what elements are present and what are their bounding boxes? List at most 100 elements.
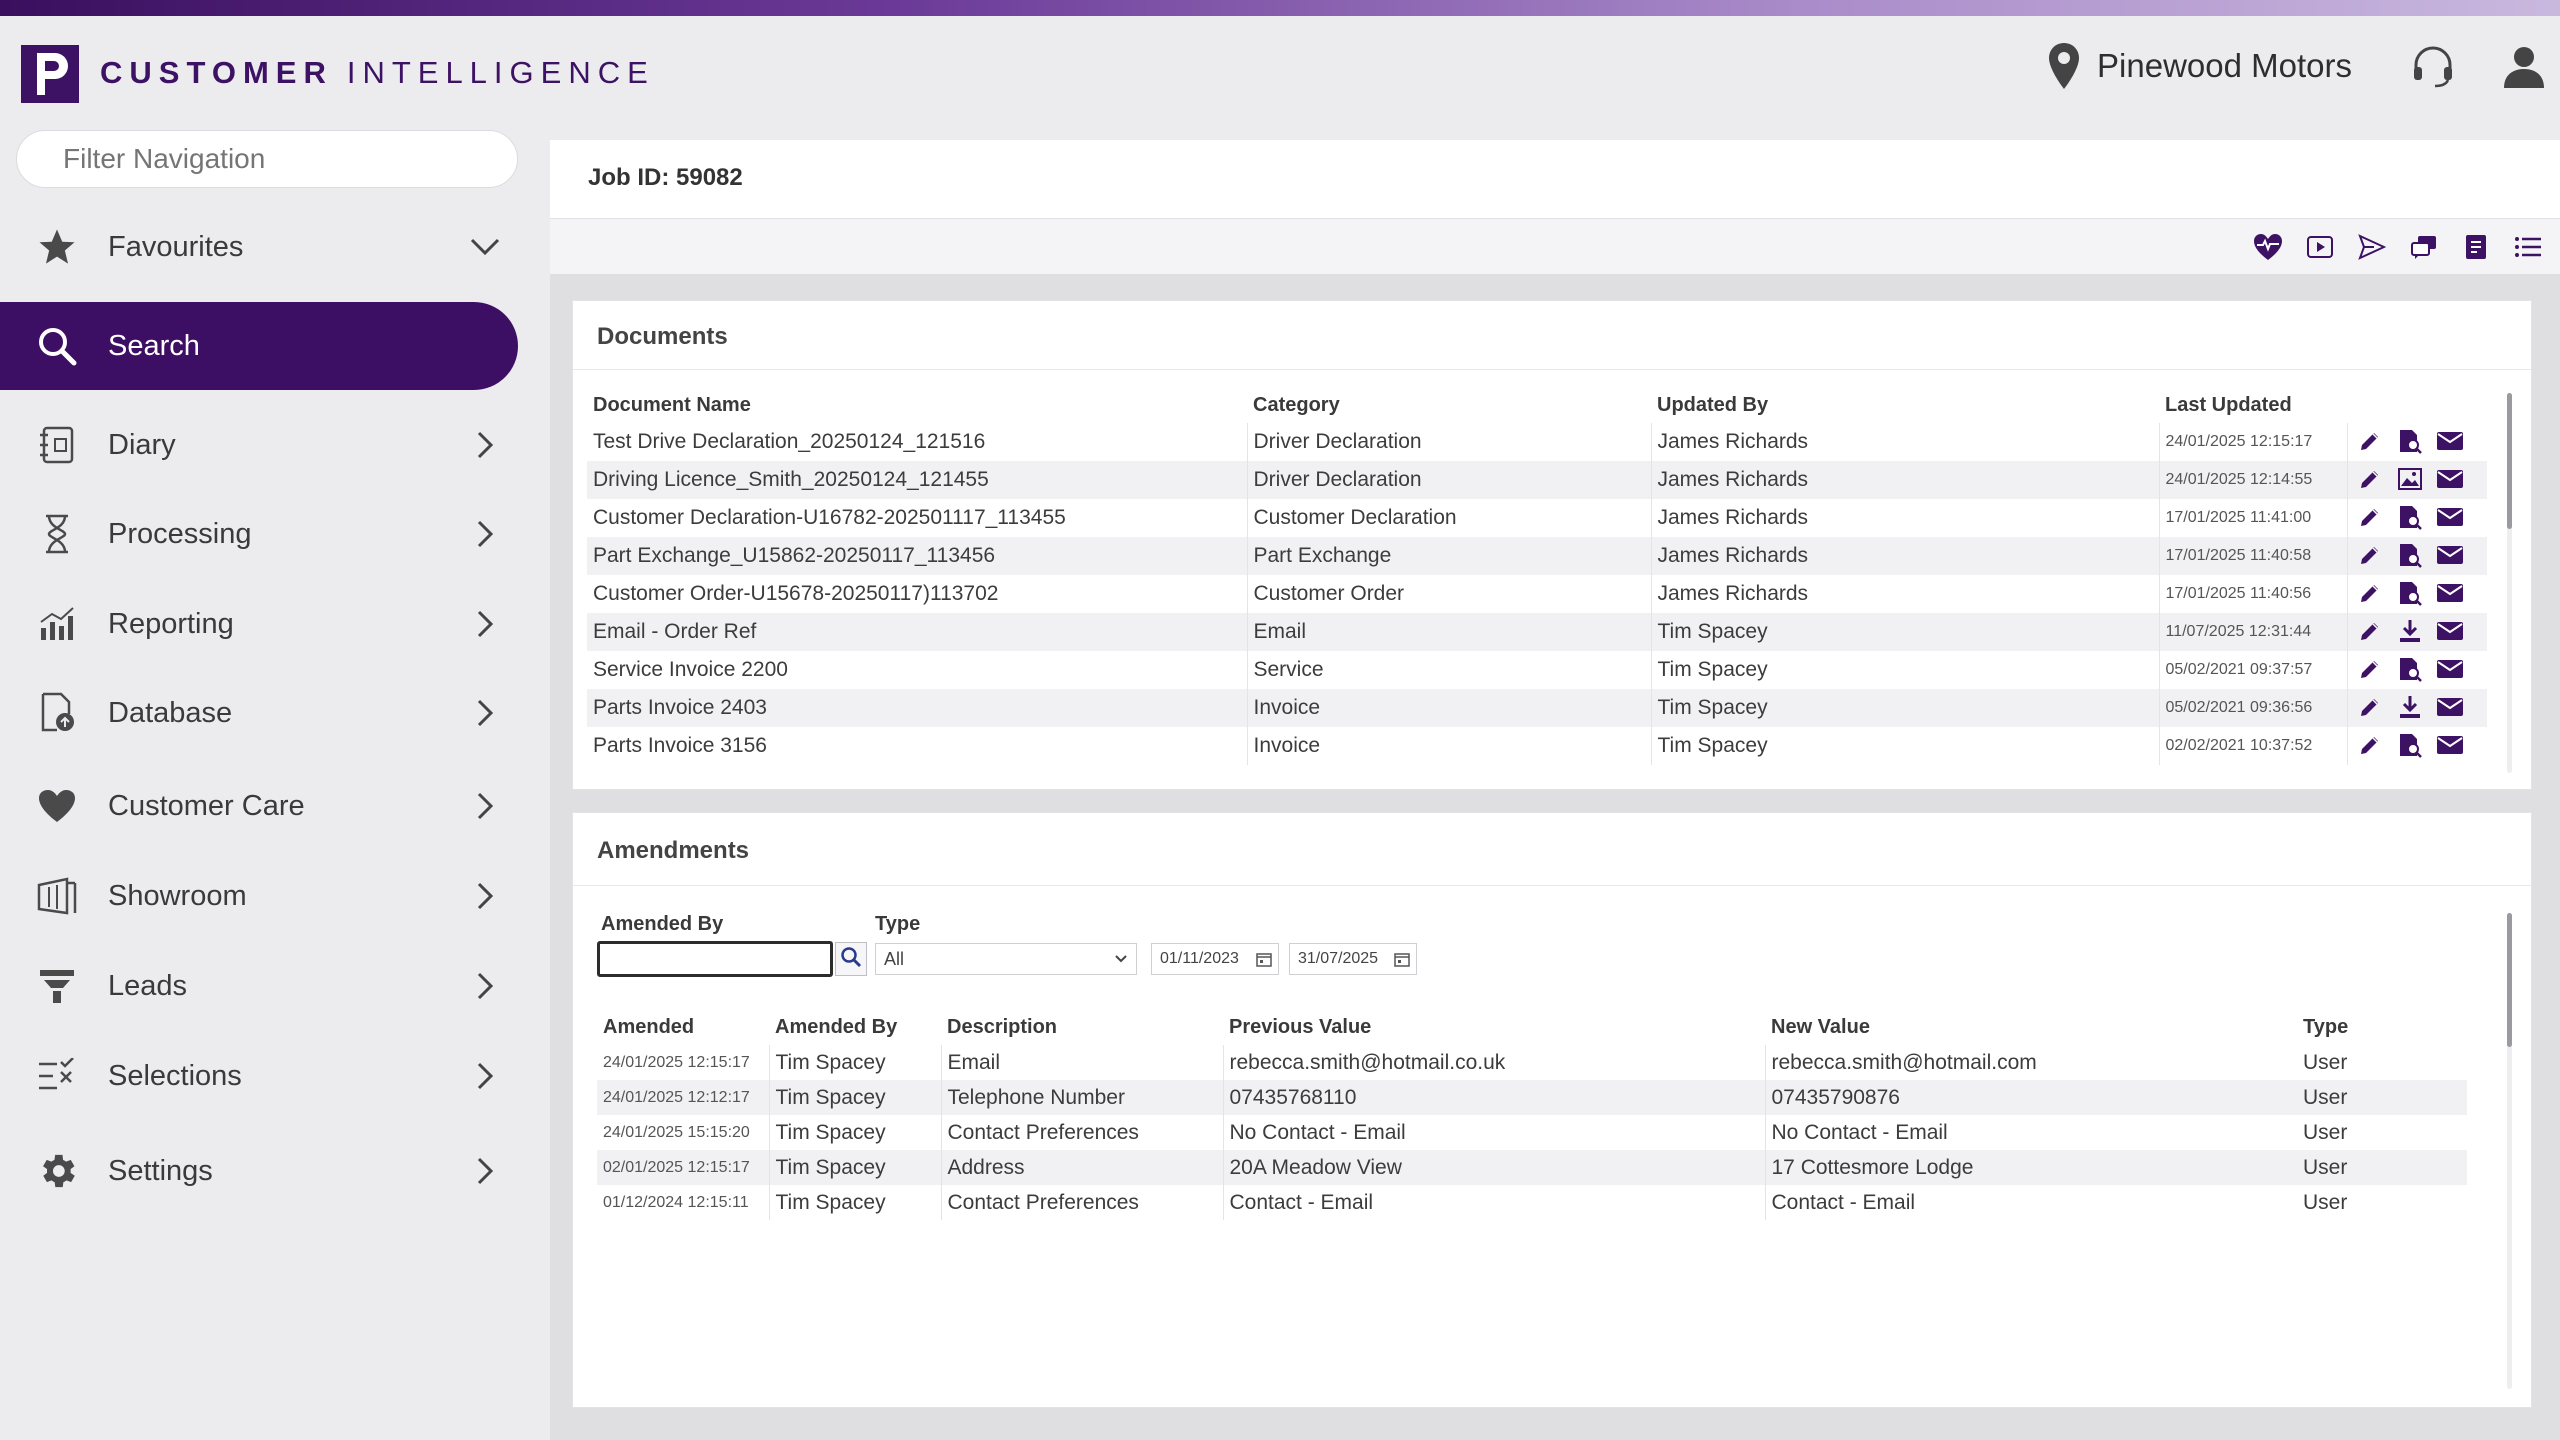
amended-by-input[interactable] xyxy=(597,941,833,977)
table-row[interactable]: Email - Order Ref Email Tim Spacey 11/07/20… xyxy=(587,613,2487,651)
send-icon[interactable] xyxy=(2354,229,2390,265)
heart-pulse-icon[interactable] xyxy=(2250,229,2286,265)
heart-icon xyxy=(34,783,80,829)
brand-logo[interactable] xyxy=(21,45,79,103)
email-icon[interactable] xyxy=(2434,691,2466,723)
cell-name: Customer Declaration-U16782-202501117_11… xyxy=(593,506,1066,529)
table-row[interactable]: Test Drive Declaration_20250124_121516 Dr… xyxy=(587,423,2487,461)
column-header[interactable]: Document Name xyxy=(587,387,1247,423)
email-icon[interactable] xyxy=(2434,729,2466,761)
email-icon[interactable] xyxy=(2434,463,2466,495)
column-header[interactable]: Description xyxy=(941,1009,1223,1045)
table-row[interactable]: 24/01/2025 15:15:20 Tim Spacey Contact Pre… xyxy=(597,1115,2467,1150)
edit-icon[interactable] xyxy=(2354,691,2386,723)
email-icon[interactable] xyxy=(2434,425,2466,457)
table-row[interactable]: 24/01/2025 12:15:17 Tim Spacey Email rebecc… xyxy=(597,1045,2467,1080)
email-icon[interactable] xyxy=(2434,577,2466,609)
preview-icon[interactable] xyxy=(2394,577,2426,609)
download-icon[interactable] xyxy=(2394,615,2426,647)
cell-name: Driving Licence_Smith_20250124_121455 xyxy=(587,461,1247,499)
type-select[interactable]: All xyxy=(875,943,1137,975)
edit-icon[interactable] xyxy=(2354,425,2386,457)
preview-icon[interactable] xyxy=(2394,501,2426,533)
sidebar-item-showroom[interactable]: Showroom xyxy=(0,852,518,940)
headset-icon[interactable] xyxy=(2410,43,2456,89)
sidebar-item-search[interactable]: Search xyxy=(0,302,518,390)
showroom-icon xyxy=(34,873,80,919)
table-row[interactable]: Driving Licence_Smith_20250124_121455 Dri… xyxy=(587,461,2487,499)
cell-name: Customer Order-U15678-20250117)113702 xyxy=(593,582,999,605)
chevron-down-icon[interactable] xyxy=(470,232,500,262)
user-icon[interactable] xyxy=(2502,44,2546,88)
sidebar-item-leads[interactable]: Leads xyxy=(0,942,518,1030)
amended-by-search-button[interactable] xyxy=(835,942,867,976)
column-header[interactable]: Type xyxy=(2297,1009,2467,1045)
table-row[interactable]: Parts Invoice 2403 Invoice Tim Spacey 05/02… xyxy=(587,689,2487,727)
column-header[interactable]: Updated By xyxy=(1651,387,2159,423)
sidebar-item-settings[interactable]: Settings xyxy=(0,1127,518,1215)
email-icon[interactable] xyxy=(2434,539,2466,571)
column-header[interactable]: New Value xyxy=(1765,1009,2297,1045)
chat-icon[interactable] xyxy=(2406,229,2442,265)
table-row[interactable]: Customer Declaration-U16782-202501117_11… xyxy=(587,499,2487,537)
company-name[interactable]: Pinewood Motors xyxy=(2097,47,2352,85)
preview-icon[interactable] xyxy=(2394,729,2426,761)
edit-icon[interactable] xyxy=(2354,729,2386,761)
cell-description: Address xyxy=(940,1150,1223,1185)
download-icon[interactable] xyxy=(2394,691,2426,723)
edit-icon[interactable] xyxy=(2354,615,2386,647)
date-from-input[interactable]: 01/11/2023 xyxy=(1151,943,1279,975)
column-header[interactable]: Amended xyxy=(597,1009,769,1045)
preview-icon[interactable] xyxy=(2394,539,2426,571)
job-toolbar xyxy=(550,218,2560,274)
email-icon[interactable] xyxy=(2434,653,2466,685)
sidebar-item-database[interactable]: Database xyxy=(0,669,518,757)
map-pin-icon xyxy=(2047,41,2081,91)
cell-type: User xyxy=(2303,1120,2348,1144)
preview-icon[interactable] xyxy=(2394,425,2426,457)
chevron-down-icon xyxy=(1114,950,1128,973)
documents-title: Documents xyxy=(597,323,728,350)
email-icon[interactable] xyxy=(2434,501,2466,533)
edit-icon[interactable] xyxy=(2354,653,2386,685)
calendar-icon[interactable] xyxy=(1394,951,1410,972)
sidebar-item-customer-care[interactable]: Customer Care xyxy=(0,762,518,850)
table-row[interactable]: Service Invoice 2200 Service Tim Spacey 05/… xyxy=(587,651,2487,689)
sidebar-item-favourites[interactable]: Favourites xyxy=(0,203,518,291)
filter-navigation-input[interactable] xyxy=(16,130,518,188)
table-row[interactable]: Part Exchange_U15862-20250117_113456 Part… xyxy=(587,537,2487,575)
table-row[interactable]: 01/12/2024 12:15:11 Tim Spacey Contact Pre… xyxy=(597,1185,2467,1220)
play-icon[interactable] xyxy=(2302,229,2338,265)
table-row[interactable]: Customer Order-U15678-20250117)113702 Cus… xyxy=(587,575,2487,613)
email-icon[interactable] xyxy=(2434,615,2466,647)
table-row[interactable]: 02/01/2025 12:15:17 Tim Spacey Address 20A … xyxy=(597,1150,2467,1185)
document-icon[interactable] xyxy=(2458,229,2494,265)
sidebar-item-processing[interactable]: Processing xyxy=(0,490,518,578)
column-header[interactable]: Category xyxy=(1247,387,1651,423)
edit-icon[interactable] xyxy=(2354,501,2386,533)
edit-icon[interactable] xyxy=(2354,539,2386,571)
table-row[interactable]: 24/01/2025 12:12:17 Tim Spacey Telephone N… xyxy=(597,1080,2467,1115)
list-icon[interactable] xyxy=(2510,229,2546,265)
edit-icon[interactable] xyxy=(2354,577,2386,609)
sidebar-item-diary[interactable]: Diary xyxy=(0,401,518,489)
cell-category: Email xyxy=(1246,613,1651,651)
amendments-scrollbar[interactable] xyxy=(2507,913,2512,1047)
sidebar-item-reporting[interactable]: Reporting xyxy=(0,580,518,668)
cell-type: User xyxy=(2297,1080,2467,1115)
cell-new: 07435790876 xyxy=(1764,1080,2297,1115)
column-header[interactable]: Last Updated xyxy=(2159,387,2347,423)
chevron-right-icon xyxy=(470,519,500,549)
image-icon[interactable] xyxy=(2394,463,2426,495)
edit-icon[interactable] xyxy=(2354,463,2386,495)
cell-updated: 17/01/2025 11:40:56 xyxy=(2158,575,2347,613)
preview-icon[interactable] xyxy=(2394,653,2426,685)
sidebar-item-selections[interactable]: Selections xyxy=(0,1032,518,1120)
date-to-input[interactable]: 31/07/2025 xyxy=(1289,943,1417,975)
calendar-icon[interactable] xyxy=(1256,951,1272,972)
cell-by: Tim Spacey xyxy=(768,1045,941,1080)
column-header[interactable]: Previous Value xyxy=(1223,1009,1765,1045)
column-header[interactable]: Amended By xyxy=(769,1009,941,1045)
documents-scrollbar[interactable] xyxy=(2507,393,2512,529)
table-row[interactable]: Parts Invoice 3156 Invoice Tim Spacey 02/02… xyxy=(587,727,2487,765)
